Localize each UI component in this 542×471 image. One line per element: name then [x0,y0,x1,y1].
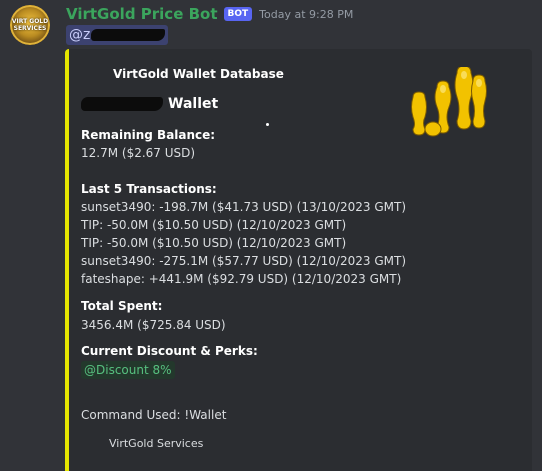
remaining-balance-value: 12.7M ($2.67 USD) [81,146,196,160]
stray-dot [266,123,269,126]
embed-footer-text: VirtGold Services [109,437,204,450]
transaction-line: sunset3490: -198.7M ($41.73 USD) (13/10/… [81,200,406,214]
mention-prefix: @ [69,27,83,43]
transaction-line: fateshape: +441.9M ($92.79 USD) (12/10/2… [81,272,402,286]
redacted-username [91,29,166,41]
message-header: VirtGold Price Bot BOT Today at 9:28 PM [66,3,353,25]
total-spent-label: Total Spent: [81,299,163,313]
bot-message: VIRT GOLD SERVICES VirtGold Price Bot BO… [0,0,542,471]
discount-perks-label: Current Discount & Perks: [81,344,258,358]
embed-title-suffix: Wallet [168,96,219,112]
gold-coins-stack-icon[interactable] [405,67,495,143]
wallet-embed: VirtGold Wallet Database Wallet Remainin… [65,49,532,471]
bot-tag-badge: BOT [223,7,253,21]
embed-author-name: VirtGold Wallet Database [113,67,284,81]
avatar-logo-text: VIRT GOLD SERVICES [11,18,49,32]
transaction-line: sunset3490: -275.1M ($57.77 USD) (12/10/… [81,254,406,268]
user-mention[interactable]: @z [66,25,169,45]
message-timestamp[interactable]: Today at 9:28 PM [259,8,353,21]
transaction-line: TIP: -50.0M ($10.50 USD) (12/10/2023 GMT… [81,236,347,250]
discount-role-mention[interactable]: @Discount 8% [81,361,175,379]
command-used-text: Command Used: !Wallet [81,408,227,422]
redacted-wallet-owner [81,97,163,111]
embed-title: Wallet [81,96,218,112]
total-spent-value: 3456.4M ($725.84 USD) [81,318,226,332]
embed-accent-bar [65,49,69,471]
last-transactions-label: Last 5 Transactions: [81,182,217,196]
remaining-balance-label: Remaining Balance: [81,128,216,142]
bot-username[interactable]: VirtGold Price Bot [66,5,218,23]
bot-avatar[interactable]: VIRT GOLD SERVICES [10,5,50,45]
transaction-line: TIP: -50.0M ($10.50 USD) (12/10/2023 GMT… [81,218,347,232]
mention-initial: z [83,27,91,43]
